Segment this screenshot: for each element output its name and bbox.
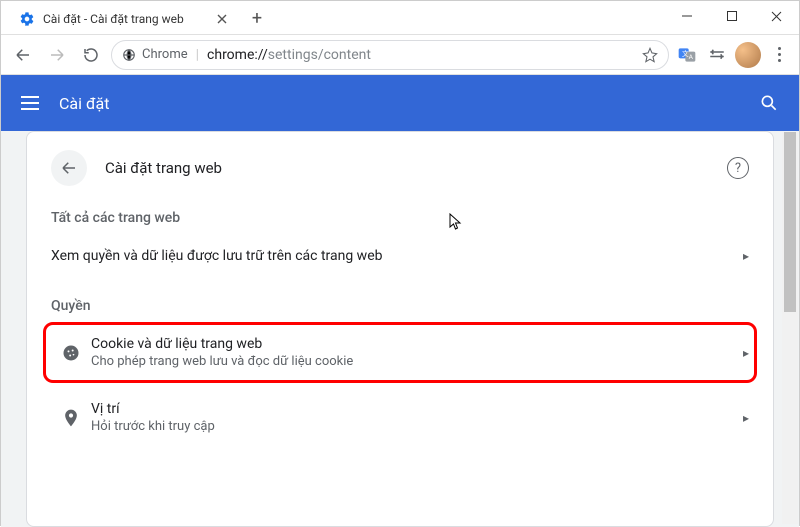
- cookies-subtitle: Cho phép trang web lưu và đọc dữ liệu co…: [91, 354, 729, 369]
- help-icon[interactable]: ?: [727, 157, 749, 179]
- location-row[interactable]: Vị trí Hỏi trước khi truy cập ▸: [51, 385, 749, 450]
- browser-toolbar: Chrome | chrome://settings/content 文A: [1, 35, 799, 75]
- mouse-cursor-icon: [449, 213, 463, 231]
- new-tab-button[interactable]: +: [243, 4, 271, 32]
- omnibox-divider: |: [196, 47, 199, 63]
- nav-reload-button[interactable]: [77, 41, 105, 69]
- svg-text:A: A: [689, 53, 694, 61]
- site-info-label: Chrome: [142, 47, 188, 62]
- media-controls-icon[interactable]: [705, 43, 729, 67]
- settings-card: Cài đặt trang web ? Tất cả các trang web…: [26, 131, 774, 527]
- chevron-right-icon: ▸: [729, 411, 749, 425]
- window-minimize-button[interactable]: [664, 1, 709, 31]
- window-close-button[interactable]: [754, 1, 799, 31]
- settings-header: Cài đặt: [1, 75, 799, 131]
- section-permissions: Quyền: [51, 298, 749, 314]
- nav-back-button[interactable]: [9, 41, 37, 69]
- address-bar[interactable]: Chrome | chrome://settings/content: [111, 40, 669, 70]
- chevron-right-icon: ▸: [729, 346, 749, 360]
- cookies-title: Cookie và dữ liệu trang web: [91, 336, 729, 352]
- window-controls: [664, 1, 799, 31]
- window-maximize-button[interactable]: [709, 1, 754, 31]
- settings-search-button[interactable]: [759, 93, 779, 113]
- browser-menu-button[interactable]: [767, 43, 791, 67]
- url-text: chrome://settings/content: [207, 47, 371, 63]
- translate-extension-icon[interactable]: 文A: [675, 43, 699, 67]
- location-title: Vị trí: [91, 401, 729, 417]
- menu-hamburger-button[interactable]: [21, 96, 39, 110]
- location-subtitle: Hỏi trước khi truy cập: [91, 419, 729, 434]
- window-tab-bar: Cài đặt - Cài đặt trang web +: [1, 1, 799, 35]
- tab-close-button[interactable]: [215, 12, 229, 26]
- vertical-scrollbar[interactable]: [782, 132, 798, 524]
- tab-title: Cài đặt - Cài đặt trang web: [43, 12, 207, 26]
- all-sites-row[interactable]: Xem quyền và dữ liệu được lưu trữ trên c…: [51, 232, 749, 280]
- site-info-icon[interactable]: Chrome: [122, 47, 188, 62]
- settings-title: Cài đặt: [59, 94, 109, 113]
- profile-avatar[interactable]: [735, 42, 761, 68]
- page-title: Cài đặt trang web: [105, 159, 222, 177]
- card-header: Cài đặt trang web ?: [51, 150, 749, 186]
- scrollbar-thumb[interactable]: [784, 132, 796, 312]
- back-button[interactable]: [51, 150, 87, 186]
- chevron-right-icon: ▸: [729, 249, 749, 263]
- all-sites-label: Xem quyền và dữ liệu được lưu trữ trên c…: [51, 248, 729, 264]
- cookie-icon: [51, 343, 91, 363]
- location-pin-icon: [51, 408, 91, 428]
- content-area: Cài đặt trang web ? Tất cả các trang web…: [1, 131, 799, 527]
- nav-forward-button[interactable]: [43, 41, 71, 69]
- bookmark-star-icon[interactable]: [642, 47, 658, 63]
- section-all-sites: Tất cả các trang web: [51, 210, 749, 226]
- browser-tab[interactable]: Cài đặt - Cài đặt trang web: [9, 4, 239, 34]
- cookies-row[interactable]: Cookie và dữ liệu trang web Cho phép tra…: [51, 320, 749, 385]
- tab-favicon-settings-icon: [19, 11, 35, 27]
